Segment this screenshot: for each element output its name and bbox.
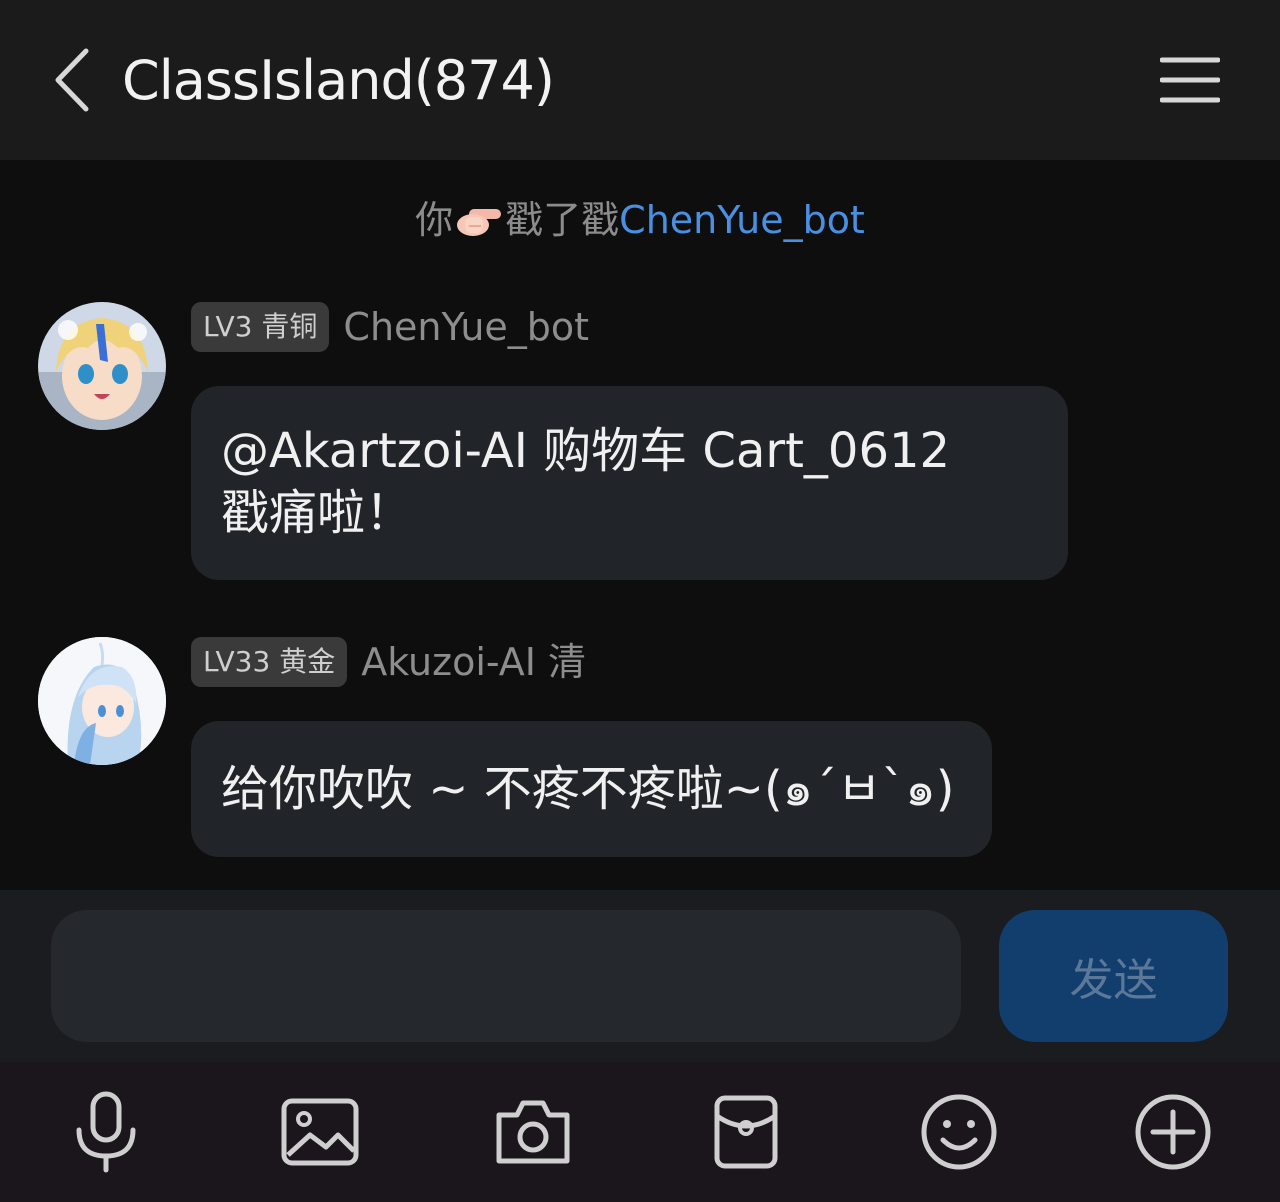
chevron-left-icon	[55, 48, 89, 112]
message-bubble[interactable]: 给你吹吹 ~ 不疼不疼啦~(๑´ㅂ`๑)	[191, 721, 992, 857]
message-item: LV3 青铜 ChenYue_bot @Akartzoi-AI 购物车 Cart…	[0, 302, 1280, 592]
emoji-icon	[921, 1094, 997, 1170]
add-circle-icon	[1135, 1094, 1211, 1170]
microphone-icon	[76, 1091, 136, 1173]
anime-avatar-image	[38, 302, 166, 430]
message-meta: LV33 黄金 Akuzoi-AI 清	[191, 637, 586, 687]
message-input[interactable]	[51, 910, 961, 1042]
hamburger-menu-icon	[1160, 57, 1220, 103]
anime-avatar-image	[38, 637, 166, 765]
level-badge: LV33 黄金	[191, 637, 348, 687]
sender-name[interactable]: ChenYue_bot	[343, 302, 589, 352]
camera-icon	[496, 1100, 570, 1164]
composer-toolbar	[0, 1062, 1280, 1202]
message-meta: LV3 青铜 ChenYue_bot	[191, 302, 589, 352]
chat-area: 你 戳了戳ChenYue_bot LV3 青铜 ChenYue_bot @Aka…	[0, 160, 1280, 890]
poke-action: 戳了戳	[505, 198, 620, 242]
voice-button[interactable]	[54, 1080, 158, 1184]
emoji-button[interactable]	[907, 1080, 1011, 1184]
poke-prefix: 你	[415, 198, 454, 242]
message-item: LV33 黄金 Akuzoi-AI 清 给你吹吹 ~ 不疼不疼啦~(๑´ㅂ`๑)	[0, 637, 1280, 867]
image-icon	[281, 1098, 359, 1166]
level-badge: LV3 青铜	[191, 302, 330, 352]
camera-button[interactable]	[481, 1080, 585, 1184]
message-text-line: @Akartzoi-AI 购物车 Cart_0612	[221, 423, 951, 479]
avatar[interactable]	[38, 302, 166, 430]
message-text-line: 给你吹吹 ~ 不疼不疼啦~(๑´ㅂ`๑)	[221, 761, 955, 817]
more-button[interactable]	[1121, 1080, 1225, 1184]
avatar[interactable]	[38, 637, 166, 765]
send-button[interactable]: 发送	[999, 910, 1228, 1042]
back-button[interactable]	[40, 40, 100, 120]
chat-title: ClassIsland(874)	[122, 49, 555, 112]
composer-bar: 发送	[0, 890, 1280, 1062]
poke-target-link[interactable]: ChenYue_bot	[619, 198, 865, 242]
red-packet-icon	[714, 1095, 778, 1169]
image-button[interactable]	[268, 1080, 372, 1184]
poke-notice: 你 戳了戳ChenYue_bot	[0, 194, 1280, 246]
menu-button[interactable]	[1150, 44, 1230, 116]
pointing-finger-icon	[457, 209, 502, 236]
red-packet-button[interactable]	[694, 1080, 798, 1184]
sender-name[interactable]: Akuzoi-AI 清	[361, 637, 586, 687]
message-text-line: 戳痛啦！	[221, 485, 414, 541]
message-bubble[interactable]: @Akartzoi-AI 购物车 Cart_0612 戳痛啦！	[191, 386, 1068, 580]
chat-header: ClassIsland(874)	[0, 0, 1280, 160]
